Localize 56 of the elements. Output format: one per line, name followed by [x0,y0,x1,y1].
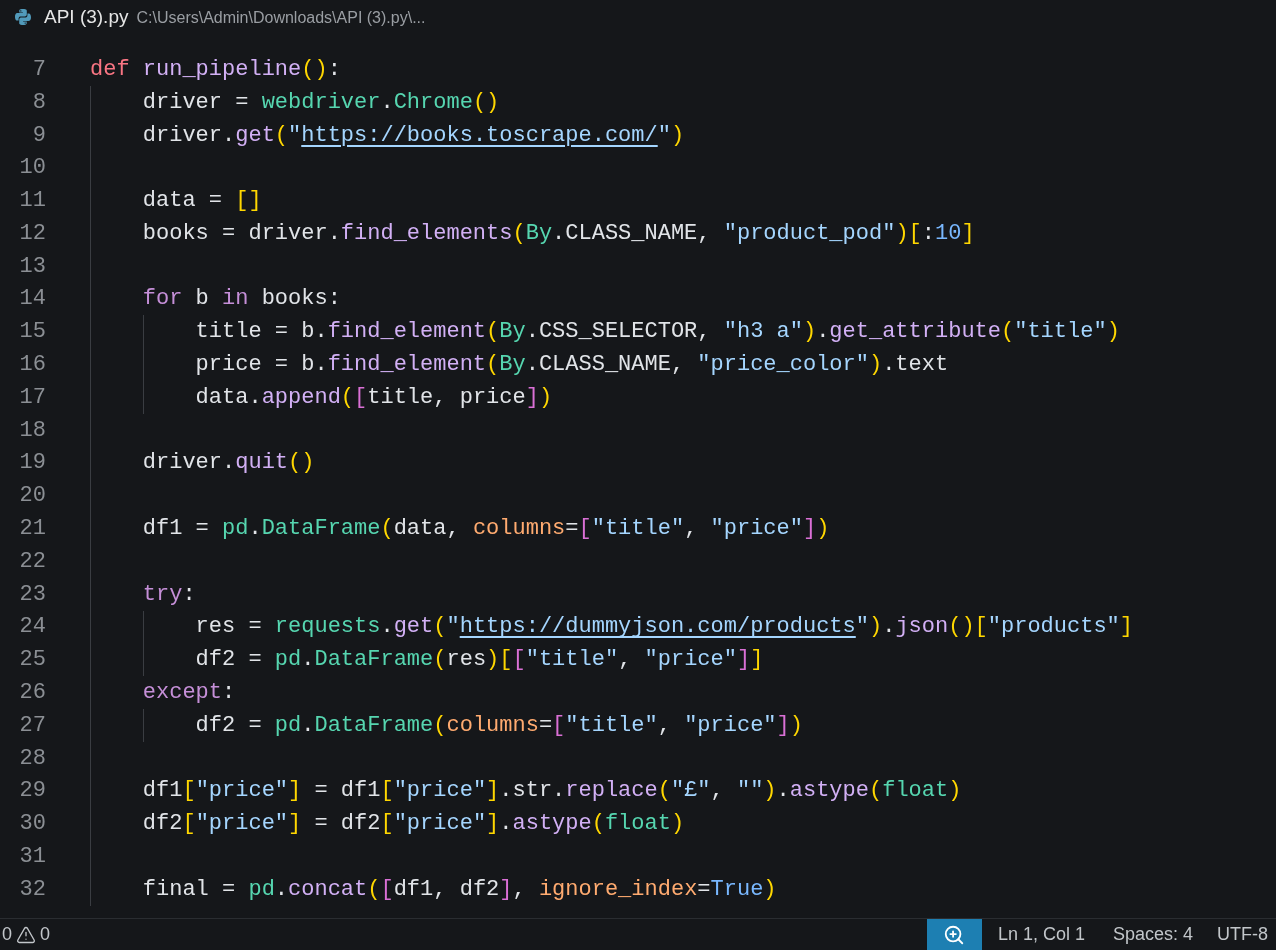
warning-count: 0 [40,923,51,946]
line-number: 29 [18,777,46,806]
file-path: C:\Users\Admin\Downloads\API (3).py\... [136,7,426,28]
cursor-position[interactable]: Ln 1, Col 1 [997,921,1085,948]
error-count: 0 [2,923,12,946]
zoom-button[interactable] [926,919,982,950]
line-number: 24 [18,613,46,642]
encoding[interactable]: UTF-8 [1217,921,1268,948]
code-line: except: [141,679,236,708]
python-icon [14,8,32,26]
line-number: 22 [18,547,46,576]
code-line: data = [] [141,187,262,216]
line-number: 21 [18,515,46,544]
line-number: 7 [31,55,46,84]
line-number: 14 [18,285,46,314]
code-line: df1 = pd.DataFrame(data, columns=["title", "price"]) [141,515,830,544]
line-number: 12 [18,219,46,248]
line-number: 32 [18,875,46,904]
line-number: 26 [18,679,46,708]
line-number: 28 [18,744,46,773]
zoom-in-icon [943,923,966,946]
line-number: 27 [18,711,46,740]
line-number: 31 [18,843,46,872]
line-number: 25 [18,646,46,675]
line-number: 15 [18,318,46,347]
code-line: driver.quit() [141,449,315,478]
code-line: driver.get("https://books.toscrape.com/") [141,121,685,150]
indentation-setting[interactable]: Spaces: 4 [1112,921,1193,948]
warning-icon [16,924,36,945]
code-line: df2 = pd.DataFrame(res)[["title", "price"]] [194,646,764,675]
line-number: 9 [31,121,46,150]
code-line: try: [141,580,196,609]
line-number: 17 [18,383,46,412]
code-line: res = requests.get("https://dummyjson.com/products").json()["products"] [194,613,1134,642]
code-line: price = b.find_element(By.CLASS_NAME, "price_color").text [194,351,949,380]
line-number: 18 [18,416,46,445]
code-line: df2 = pd.DataFrame(columns=["title", "price"]) [194,711,803,740]
line-number: 30 [18,810,46,839]
tab-title[interactable]: API (3).py [44,2,129,32]
line-number: 20 [18,482,46,511]
code-line: books = driver.find_elements(By.CLASS_NAME, "product_pod")[:10] [141,219,975,248]
code-line: for b in books: [141,285,341,314]
line-number: 23 [18,580,46,609]
code-line: df2["price"] = df2["price"].astype(float) [141,810,685,839]
code-line: df1["price"] = df1["price"].str.replace("£", "").astype(float) [141,777,962,806]
code-line: final = pd.concat([df1, df2], ignore_index=True) [141,875,777,904]
line-number: 11 [18,187,46,216]
line-number: 19 [18,449,46,478]
code-line: driver = webdriver.Chrome() [141,88,500,117]
line-number: 13 [18,252,46,281]
line-number: 10 [18,154,46,183]
code-line: data.append([title, price]) [194,383,553,412]
code-line: title = b.find_element(By.CSS_SELECTOR, "h3 a").get_attribute("title") [194,318,1120,347]
line-number: 8 [31,88,46,117]
line-number: 16 [18,351,46,380]
code-line: def run_pipeline(): [90,55,341,84]
